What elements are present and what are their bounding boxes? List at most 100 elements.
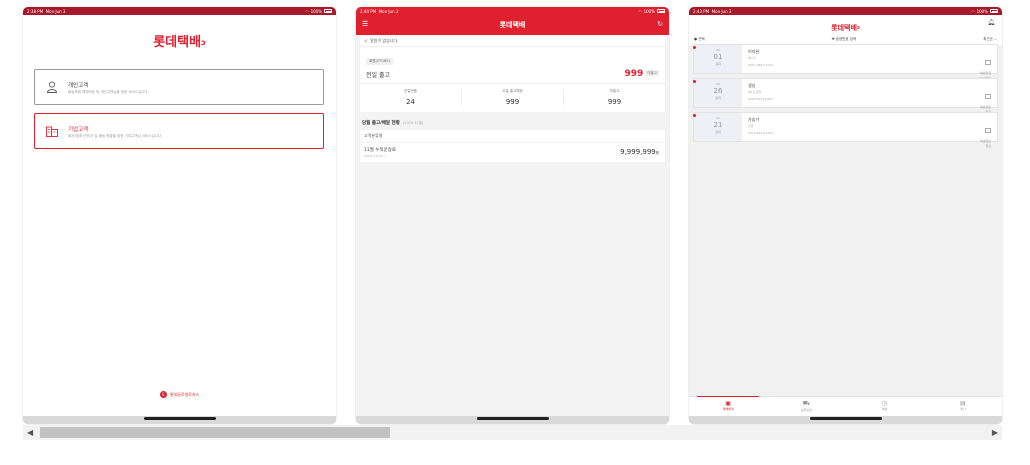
battery-text: 100% — [643, 8, 655, 14]
battery-text: 100% — [310, 8, 322, 14]
bottom-tab-bar: ▣ 택배예약 ⛟ 송장번호 ◷ 배송 ▤ 게시 — [689, 396, 1002, 416]
accumulated-fee-period: (2019.11.01~) — [364, 154, 387, 158]
personal-customer-title: 개인고객 — [68, 83, 89, 89]
item-name: 가슴가 — [748, 117, 760, 122]
list-item[interactable]: 06 01 집화 이이완 배*각 6057-9827-1924 배송완료 12/… — [693, 44, 998, 80]
scroll-left-arrow-icon[interactable]: ◀ — [27, 428, 33, 437]
megaphone-icon: ◁ — [364, 38, 368, 43]
customer-group-label: 고객분류명 — [364, 133, 383, 138]
item-date: 03 21 집화 — [694, 113, 742, 141]
horizontal-scrollbar[interactable]: ◀ ▶ — [23, 425, 1002, 440]
item-status: 배송완료 완료 — [980, 84, 991, 114]
list-item[interactable]: 03 21 집화 가슴가 의약 2372-6413-0794 배송완료 완료 — [693, 112, 998, 148]
item-date: 06 01 집화 — [694, 45, 742, 73]
stat-not-shipped[interactable]: 미출고 999 — [564, 89, 665, 106]
item-status: 배송완료 12/4배송 — [979, 50, 991, 80]
status-date: Mon Jun 3 — [378, 8, 399, 14]
battery-icon — [324, 9, 332, 13]
scroll-right-arrow-icon[interactable]: ▶ — [992, 428, 998, 437]
company-name: 롯데글로벌로지스 — [169, 391, 200, 397]
item-name: 생성 — [748, 83, 756, 88]
item-sub: HP 프린터 — [748, 90, 762, 94]
header-title: 롯데택배 — [499, 21, 526, 29]
outbound-label: 전일 출고 — [366, 71, 390, 79]
person-icon — [47, 81, 57, 93]
corporate-customer-title: 기업고객 — [68, 127, 89, 133]
list-item[interactable]: 06 26 집화 생성 HP 프린터 2309-6413-0805 배송완료 완… — [693, 78, 998, 114]
monthly-section-title: 당월 출고/배달 현황 (2019.11월) — [362, 121, 424, 126]
item-tracking-number: 2309-6413-0805 — [748, 97, 774, 101]
stats-row: 전일반품 24 오늘 출고예정 999 미출고 999 — [360, 83, 665, 112]
wifi-icon: ◠ — [638, 8, 642, 14]
corporate-customer-button[interactable]: 기업고객 회사(점포)관리자 및 배송 현황을 위한 기업고객님 서비스입니다 — [34, 113, 324, 149]
unread-dot — [693, 80, 696, 83]
accumulated-fee-row[interactable]: 11월 누적운송료 (2019.11.01~) 9,999,999원 — [360, 143, 665, 162]
unread-dot — [693, 114, 696, 117]
monthly-section-sub: (2019.11월) — [402, 121, 424, 125]
bell-icon[interactable]: 🔔︎ — [987, 19, 995, 26]
company-logo-icon: S — [159, 391, 167, 398]
tab-board[interactable]: ▤ 게시 — [924, 397, 1002, 416]
status-time: 2:43 PM — [693, 8, 710, 14]
box-icon — [985, 60, 991, 65]
status-time: 2:40 PM — [360, 8, 377, 14]
box-icon — [985, 94, 991, 99]
outbound-card: 회원(STORE) 전일 출고 999 미출고 전일반품 24 오늘 출고예정 9… — [360, 47, 665, 112]
item-sub: 배*각 — [748, 56, 756, 60]
filter-select[interactable]: ● 선택 — [694, 37, 705, 42]
store-tag: 회원(STORE) — [366, 58, 393, 65]
accumulated-fee-label: 11월 누적운송료 — [364, 148, 396, 153]
home-indicator — [143, 417, 216, 420]
item-tracking-number: 2372-6413-0794 — [748, 131, 774, 135]
scrollbar-thumb[interactable] — [40, 427, 390, 438]
accumulated-fee-value: 9,999,999원 — [620, 148, 659, 156]
screen-corporate-dashboard: 2:40 PM Mon Jun 3 ◠ 100% ☰ 롯데택배 ↻ ◁ 알림이 없… — [356, 7, 669, 424]
wifi-icon: ◠ — [971, 8, 975, 14]
customer-group-row[interactable]: 고객분류명 — [360, 130, 665, 142]
document-icon: ▤ — [960, 400, 966, 407]
app-header: ☰ 롯데택배 ↻ — [356, 15, 669, 35]
logo-swirl-icon: ↄ — [201, 38, 206, 47]
screen-customer-select: 2:38 PM Mon Jun 3 ◠ 100% 롯데택배ↄ 개인고객 배송조회·… — [23, 7, 336, 424]
refresh-icon[interactable]: ↻ — [657, 20, 663, 28]
screen-personal-list: 2:43 PM Mon Jun 3 ◠ 100% 롯데택배ↄ 🔔︎ ● 선택 ✚ … — [689, 7, 1002, 424]
sort-select[interactable]: 최근순 ⌄ — [983, 37, 997, 42]
notice-bar[interactable]: ◁ 알림이 없습니다. — [360, 35, 665, 47]
waybill-search[interactable]: ✚ 송장번호 입력 — [832, 37, 856, 42]
item-date: 06 26 집화 — [694, 79, 742, 107]
tab-reservation[interactable]: ▣ 택배예약 — [689, 396, 767, 416]
tab-delivery[interactable]: ◷ 배송 — [846, 397, 924, 416]
home-indicator — [809, 417, 882, 420]
corporate-customer-desc: 회사(점포)관리자 및 배송 현황을 위한 기업고객님 서비스입니다 — [68, 134, 162, 138]
home-indicator — [476, 417, 549, 420]
building-icon — [46, 126, 58, 137]
stat-today-scheduled[interactable]: 오늘 출고예정 999 — [462, 89, 564, 106]
clock-icon: ◷ — [882, 400, 888, 407]
status-date: Mon Jun 3 — [711, 8, 732, 14]
item-name: 이이완 — [748, 49, 760, 54]
status-date: Mon Jun 3 — [45, 8, 66, 14]
tab-waybill[interactable]: ⛟ 송장번호 — [767, 397, 845, 416]
brand-logo: 롯데택배ↄ — [831, 24, 860, 32]
box-icon — [985, 128, 991, 133]
status-time: 2:38 PM — [27, 8, 44, 14]
truck-icon: ⛟ — [802, 400, 811, 407]
app-store-screenshots: 2:38 PM Mon Jun 3 ◠ 100% 롯데택배ↄ 개인고객 배송조회·… — [0, 0, 1030, 465]
status-bar: 2:40 PM Mon Jun 3 ◠ 100% — [356, 7, 669, 15]
unread-dot — [693, 46, 696, 49]
wifi-icon: ◠ — [305, 8, 309, 14]
outbound-value: 999 미출고 — [624, 69, 659, 79]
stat-returns[interactable]: 전일반품 24 — [360, 89, 462, 106]
item-tracking-number: 6057-9827-1924 — [748, 63, 774, 67]
personal-customer-desc: 배송조회·예약배송 등 개인고객님을 위한 서비스입니다 — [68, 90, 148, 94]
outbound-badge[interactable]: 미출고 — [645, 70, 659, 76]
company-footer: S 롯데글로벌로지스 — [23, 391, 336, 398]
status-bar: 2:38 PM Mon Jun 3 ◠ 100% — [23, 7, 336, 15]
personal-customer-button[interactable]: 개인고객 배송조회·예약배송 등 개인고객님을 위한 서비스입니다 — [34, 69, 324, 105]
app-header: 롯데택배ↄ 🔔︎ — [689, 15, 1002, 33]
hamburger-menu-icon[interactable]: ☰ — [362, 20, 368, 28]
parcel-icon: ▣ — [725, 400, 731, 407]
status-bar: 2:43 PM Mon Jun 3 ◠ 100% — [689, 7, 1002, 15]
item-sub: 의약 — [748, 124, 754, 128]
item-status: 배송완료 완료 — [980, 118, 991, 148]
